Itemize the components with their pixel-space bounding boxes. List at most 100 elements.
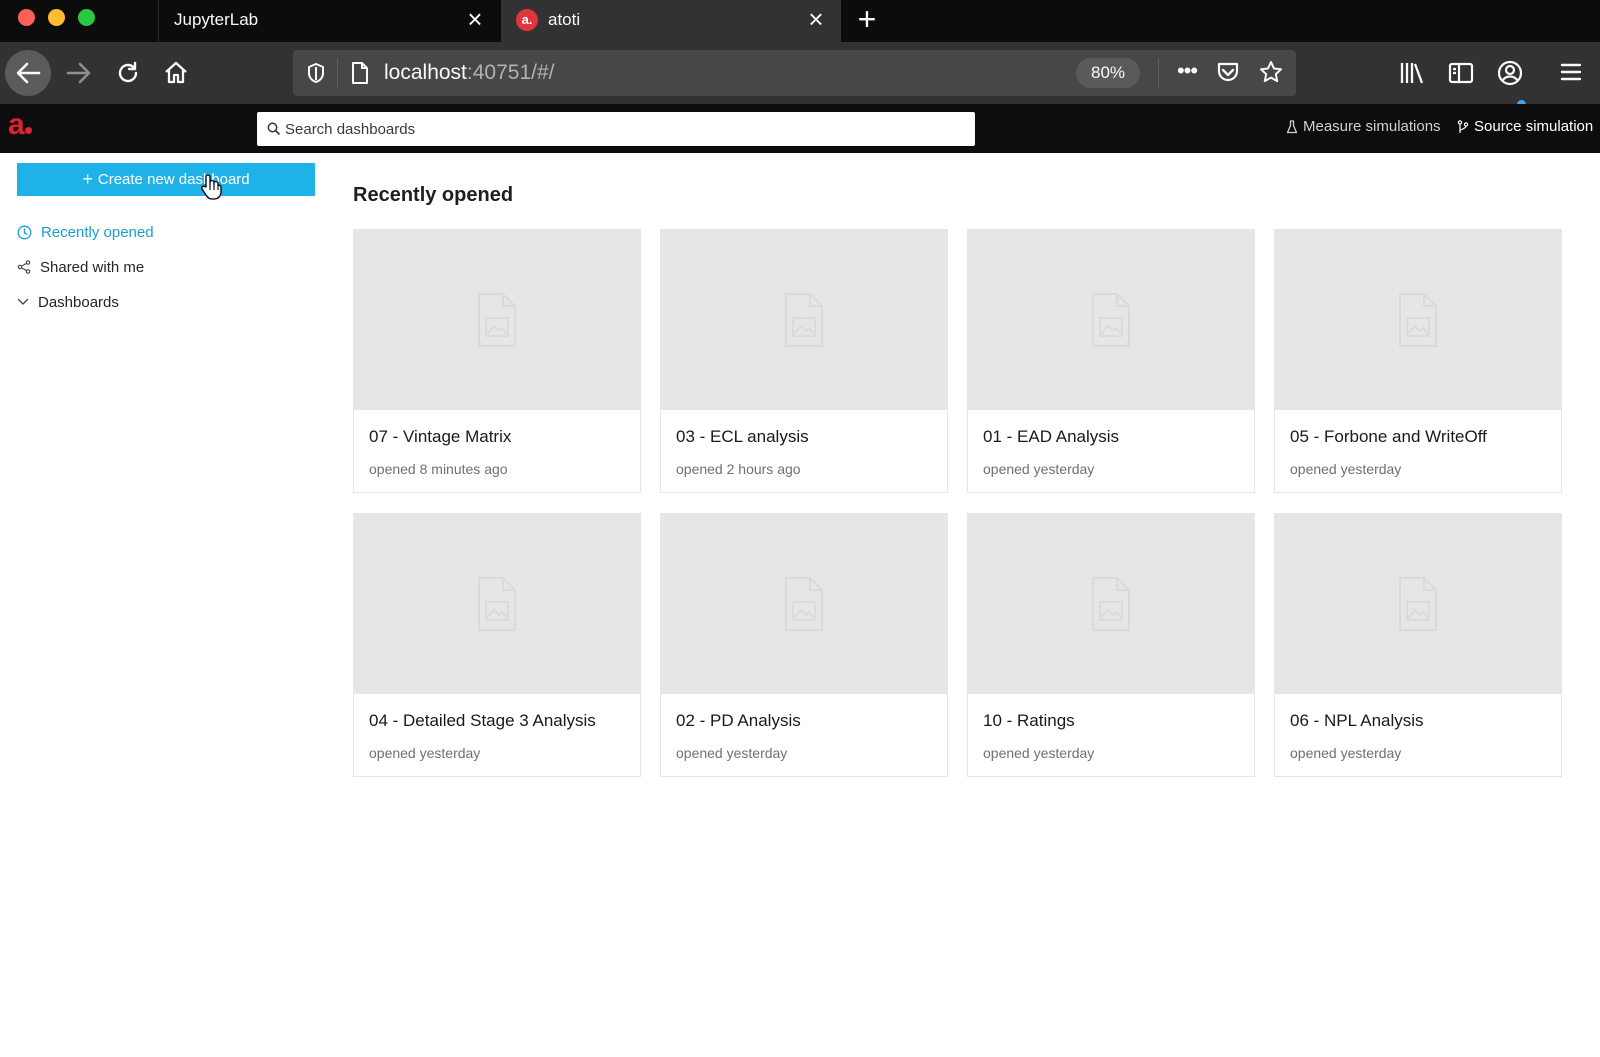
dashboard-thumbnail (1275, 514, 1561, 694)
dashboard-thumbnail (968, 230, 1254, 410)
address-bar[interactable]: localhost:40751/#/ 80% ••• (293, 50, 1296, 96)
sidebar-item-recently-opened[interactable]: Recently opened (17, 220, 154, 244)
dashboard-card-opened-time: opened yesterday (1290, 461, 1402, 477)
dashboard-card-opened-time: opened yesterday (983, 461, 1095, 477)
arrow-left-icon (16, 62, 41, 84)
sidebar-item-shared-with-me[interactable]: Shared with me (17, 255, 144, 279)
dashboard-card-title: 02 - PD Analysis (676, 711, 801, 730)
dashboard-card[interactable]: 02 - PD Analysis opened yesterday (660, 513, 948, 777)
browser-tab-atoti[interactable]: a. atoti × (501, 0, 841, 42)
dashboard-card-opened-time: opened 2 hours ago (676, 461, 801, 477)
atoti-favicon-icon: a. (516, 9, 538, 31)
logo-letter: a (8, 108, 25, 141)
sidebar-item-label: Shared with me (40, 258, 145, 276)
image-placeholder-icon (478, 577, 516, 631)
sidebar-item-dashboards[interactable]: Dashboards (17, 290, 119, 314)
back-button[interactable] (5, 50, 51, 96)
clock-icon (17, 225, 32, 239)
dashboard-thumbnail (1275, 230, 1561, 410)
sidebar-toggle-icon[interactable] (1448, 61, 1474, 90)
search-input[interactable] (285, 112, 965, 146)
measure-simulations-label: Measure simulations (1303, 118, 1441, 135)
create-new-dashboard-button[interactable]: + Create new dashboard (17, 163, 315, 196)
zoom-level-badge[interactable]: 80% (1076, 58, 1140, 88)
flask-icon (1286, 119, 1298, 133)
dashboard-card[interactable]: 07 - Vintage Matrix opened 8 minutes ago (353, 229, 641, 493)
dashboard-card-title: 04 - Detailed Stage 3 Analysis (369, 711, 596, 730)
dashboard-card-opened-time: opened yesterday (1290, 745, 1402, 761)
dashboard-thumbnail (661, 230, 947, 410)
page-info-icon[interactable] (350, 61, 370, 90)
image-placeholder-icon (785, 293, 823, 347)
browser-nav-bar: localhost:40751/#/ 80% ••• (0, 42, 1600, 109)
page-title: Recently opened (353, 184, 514, 206)
dashboard-card-title: 03 - ECL analysis (676, 427, 809, 446)
dashboard-thumbnail (354, 514, 640, 694)
tracking-protection-shield-icon[interactable] (306, 62, 326, 89)
url-path: :40751/#/ (466, 61, 555, 84)
dashboard-card[interactable]: 03 - ECL analysis opened 2 hours ago (660, 229, 948, 493)
tab-close-icon[interactable]: × (805, 6, 827, 32)
dashboard-card[interactable]: 10 - Ratings opened yesterday (967, 513, 1255, 777)
pocket-icon[interactable] (1216, 61, 1240, 88)
dashboard-card[interactable]: 04 - Detailed Stage 3 Analysis opened yes… (353, 513, 641, 777)
dashboard-card[interactable]: 01 - EAD Analysis opened yesterday (967, 229, 1255, 493)
tab-close-icon[interactable]: × (464, 6, 486, 32)
url-separator (337, 58, 338, 88)
tab-title: atoti (548, 10, 581, 29)
dashboard-card-title: 10 - Ratings (983, 711, 1075, 730)
plus-icon: + (82, 169, 93, 189)
reload-icon (118, 61, 138, 83)
image-placeholder-icon (785, 577, 823, 631)
branch-icon (1457, 119, 1469, 133)
measure-simulations-link[interactable]: Measure simulations (1286, 118, 1441, 135)
hamburger-menu-icon[interactable] (1560, 61, 1582, 88)
dashboard-card[interactable]: 05 - Forbone and WriteOff opened yesterda… (1274, 229, 1562, 493)
dashboard-card-opened-time: opened 8 minutes ago (369, 461, 508, 477)
dashboard-card-opened-time: opened yesterday (983, 745, 1095, 761)
dashboard-card-opened-time: opened yesterday (369, 745, 481, 761)
window-zoom-button[interactable] (78, 9, 95, 26)
url-host: localhost (384, 61, 467, 84)
url-separator (1158, 58, 1159, 88)
image-placeholder-icon (1092, 293, 1130, 347)
dashboard-thumbnail (968, 514, 1254, 694)
app-header: a Measure simulations Source simulation (0, 104, 1600, 153)
create-button-label: Create new dashboard (97, 171, 250, 188)
window-close-button[interactable] (18, 9, 35, 26)
new-tab-button[interactable]: + (852, 3, 882, 35)
home-icon (165, 61, 187, 84)
dashboard-card-title: 01 - EAD Analysis (983, 427, 1120, 446)
home-button[interactable] (153, 50, 199, 96)
image-placeholder-icon (1399, 577, 1437, 631)
share-icon (17, 260, 31, 274)
url-text[interactable]: localhost:40751/#/ (384, 61, 554, 85)
image-placeholder-icon (1092, 577, 1130, 631)
chevron-down-icon (17, 298, 29, 305)
dashboard-card[interactable]: 06 - NPL Analysis opened yesterday (1274, 513, 1562, 777)
image-placeholder-icon (478, 293, 516, 347)
library-icon[interactable] (1399, 61, 1425, 90)
sidebar-item-label: Recently opened (41, 223, 154, 241)
dashboard-card-title: 06 - NPL Analysis (1290, 711, 1424, 730)
arrow-right-icon (66, 62, 91, 84)
account-icon[interactable] (1496, 59, 1524, 92)
dashboard-thumbnail (661, 514, 947, 694)
image-placeholder-icon (1399, 293, 1437, 347)
browser-tab-jupyterlab[interactable]: JupyterLab × (158, 0, 500, 42)
dashboard-card-title: 07 - Vintage Matrix (369, 427, 512, 446)
window-minimize-button[interactable] (48, 9, 65, 26)
search-icon (267, 122, 280, 140)
bookmark-star-icon[interactable] (1259, 60, 1283, 89)
dashboard-thumbnail (354, 230, 640, 410)
sidebar-item-label: Dashboards (38, 293, 119, 311)
source-simulation-label: Source simulation (1474, 118, 1594, 135)
page-actions-more-icon[interactable]: ••• (1171, 58, 1203, 88)
forward-button[interactable] (56, 50, 102, 96)
reload-button[interactable] (105, 50, 151, 96)
browser-tab-bar: JupyterLab × a. atoti × + (0, 0, 1600, 42)
source-simulation-link[interactable]: Source simulation (1457, 118, 1593, 135)
search-box[interactable] (257, 112, 975, 146)
atoti-logo[interactable]: a (8, 108, 32, 142)
logo-dot (24, 127, 32, 134)
